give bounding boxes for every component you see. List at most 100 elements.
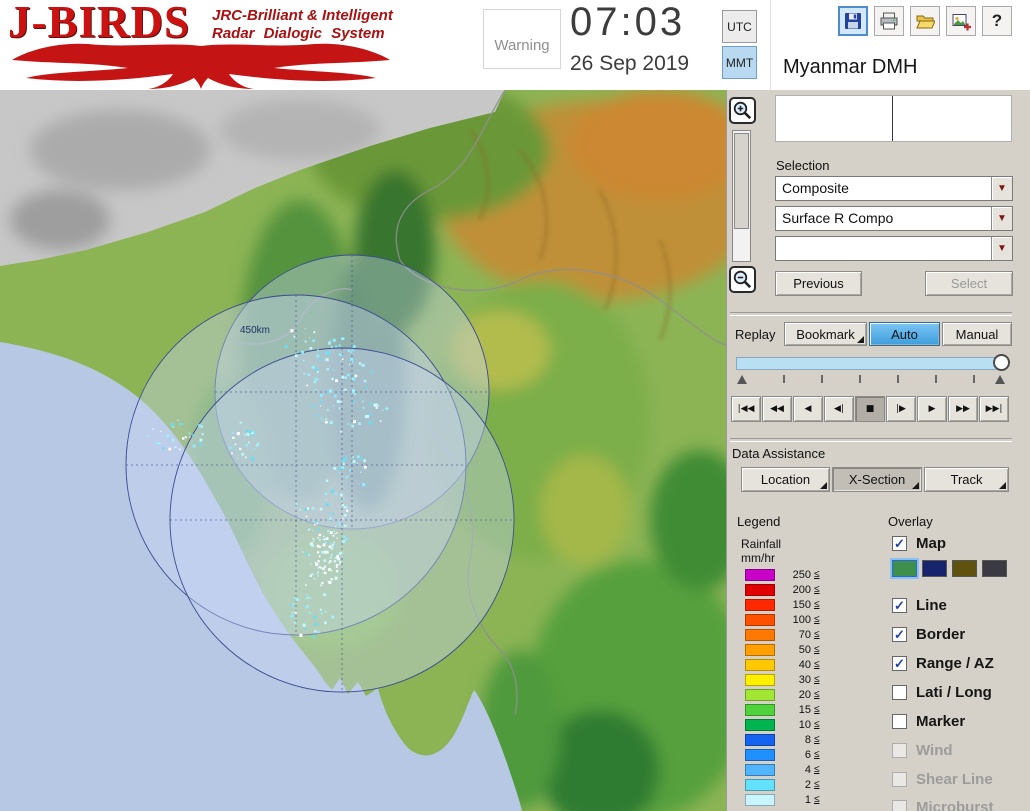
legend-color-swatch [745,779,775,791]
zoom-out-button[interactable] [729,266,756,293]
warning-button[interactable]: Warning [483,9,561,69]
map-style-navy[interactable] [922,560,947,577]
stop-button[interactable]: ■ [855,396,885,422]
legend-color-swatch [745,794,775,806]
legend-entry: 100≤ [745,612,820,627]
add-image-button[interactable] [946,6,976,36]
legend-scale: 250≤ 200≤ 150≤ 100≤ 70≤ 50≤ 40≤ 30≤ 20≤ … [745,567,820,807]
step-back-button[interactable]: ◀| [824,396,854,422]
zoom-in-button[interactable] [729,97,756,124]
print-icon [879,11,899,31]
legend-entry: 50≤ [745,642,820,657]
marker-checkbox[interactable] [892,714,907,729]
add-image-icon [951,11,971,31]
composite-dropdown-value: Composite [782,180,849,196]
auto-button[interactable]: Auto [869,322,940,346]
play-button[interactable]: ▶ [917,396,947,422]
zoom-slider-thumb[interactable] [734,133,749,229]
open-file-button[interactable] [910,6,940,36]
legend-color-swatch [745,674,775,686]
step-forward-button[interactable]: |▶ [886,396,916,422]
fast-rewind-button[interactable]: ◀◀ [762,396,792,422]
chevron-down-icon[interactable]: ▼ [991,207,1012,230]
legend-entry: 70≤ [745,627,820,642]
save-button[interactable] [838,6,868,36]
legend-entry: 2≤ [745,777,820,792]
toolbar: ? [838,6,1012,36]
shear-line-checkbox [892,772,907,787]
chevron-down-icon[interactable]: ▼ [991,177,1012,200]
map-style-selector [892,560,1007,577]
radar-map[interactable]: 450km [0,90,726,811]
legend-color-swatch [745,749,775,761]
rewind-start-button[interactable]: |◀◀ [731,396,761,422]
legend-entry: 30≤ [745,672,820,687]
legend-color-swatch [745,569,775,581]
legend-unit-line2: mm/hr [741,551,775,565]
chevron-down-icon[interactable]: ▼ [991,237,1012,260]
replay-timeline-thumb[interactable] [993,354,1010,371]
application-window: { "header": { "logo": { "title": "J-BIRD… [0,0,1030,811]
legend-entry: 200≤ [745,582,820,597]
legend-color-swatch [745,644,775,656]
legend-color-swatch [745,734,775,746]
zoom-in-icon [732,100,753,121]
lati-long-checkbox[interactable] [892,685,907,700]
status-info-box [775,95,1012,142]
info-box-divider [892,96,893,141]
eagle-logo-icon [8,42,393,90]
microburst-checkbox [892,800,907,811]
legend-entry: 6≤ [745,747,820,762]
help-button[interactable]: ? [982,6,1012,36]
clock-time: 07:03 [570,0,685,45]
previous-button[interactable]: Previous [775,271,862,296]
replay-timeline-ticks [736,372,1006,385]
zoom-out-icon [732,269,753,290]
timezone-utc-button[interactable]: UTC [722,10,757,43]
app-logo-title: J-BIRDS [8,0,190,48]
legend-entry: 40≤ [745,657,820,672]
product-dropdown[interactable]: Surface R Compo ▼ [775,206,1013,231]
border-checkbox[interactable]: ✓ [892,627,907,642]
help-icon: ? [992,11,1002,31]
legend-entry: 15≤ [745,702,820,717]
map-style-olive[interactable] [952,560,977,577]
map-style-terrain-green[interactable] [892,560,917,577]
line-checkbox[interactable]: ✓ [892,598,907,613]
app-logo-subtitle2: Radar Dialogic System [212,25,385,42]
location-button[interactable]: Location [741,467,830,492]
legend-entry: 8≤ [745,732,820,747]
composite-dropdown[interactable]: Composite ▼ [775,176,1013,201]
map-style-dark-gray[interactable] [982,560,1007,577]
replay-label: Replay [735,327,775,342]
product-dropdown-value: Surface R Compo [782,210,893,226]
legend-unit-line1: Rainfall [741,537,781,551]
legend-entry: 10≤ [745,717,820,732]
timezone-mmt-button[interactable]: MMT [722,46,757,79]
select-button: Select [925,271,1013,296]
app-logo-subtitle: JRC-Brilliant & Intelligent [212,7,393,24]
zoom-slider-track[interactable] [732,130,751,262]
save-icon [843,11,863,31]
legend-color-swatch [745,659,775,671]
fast-forward-button[interactable]: ▶▶ [948,396,978,422]
replay-timeline-track[interactable] [736,357,1006,370]
print-button[interactable] [874,6,904,36]
legend-color-swatch [745,584,775,596]
x-section-button[interactable]: X-Section [832,467,922,492]
control-panel: Selection Composite ▼ Surface R Compo ▼ … [726,90,1030,811]
header-divider [770,0,771,90]
separator [730,438,1012,442]
legend-entry: 20≤ [745,687,820,702]
track-button[interactable]: Track [924,467,1009,492]
forward-end-button[interactable]: ▶▶| [979,396,1009,422]
extra-dropdown[interactable]: ▼ [775,236,1013,261]
legend-color-swatch [745,599,775,611]
header-bar: J-BIRDS JRC-Brilliant & Intelligent Rada… [0,0,1030,91]
range-label: 450km [240,325,270,336]
play-reverse-button[interactable]: ◀ [793,396,823,422]
map-checkbox[interactable]: ✓ [892,536,907,551]
manual-button[interactable]: Manual [942,322,1012,346]
range-az-checkbox[interactable]: ✓ [892,656,907,671]
bookmark-button[interactable]: Bookmark [784,322,867,346]
